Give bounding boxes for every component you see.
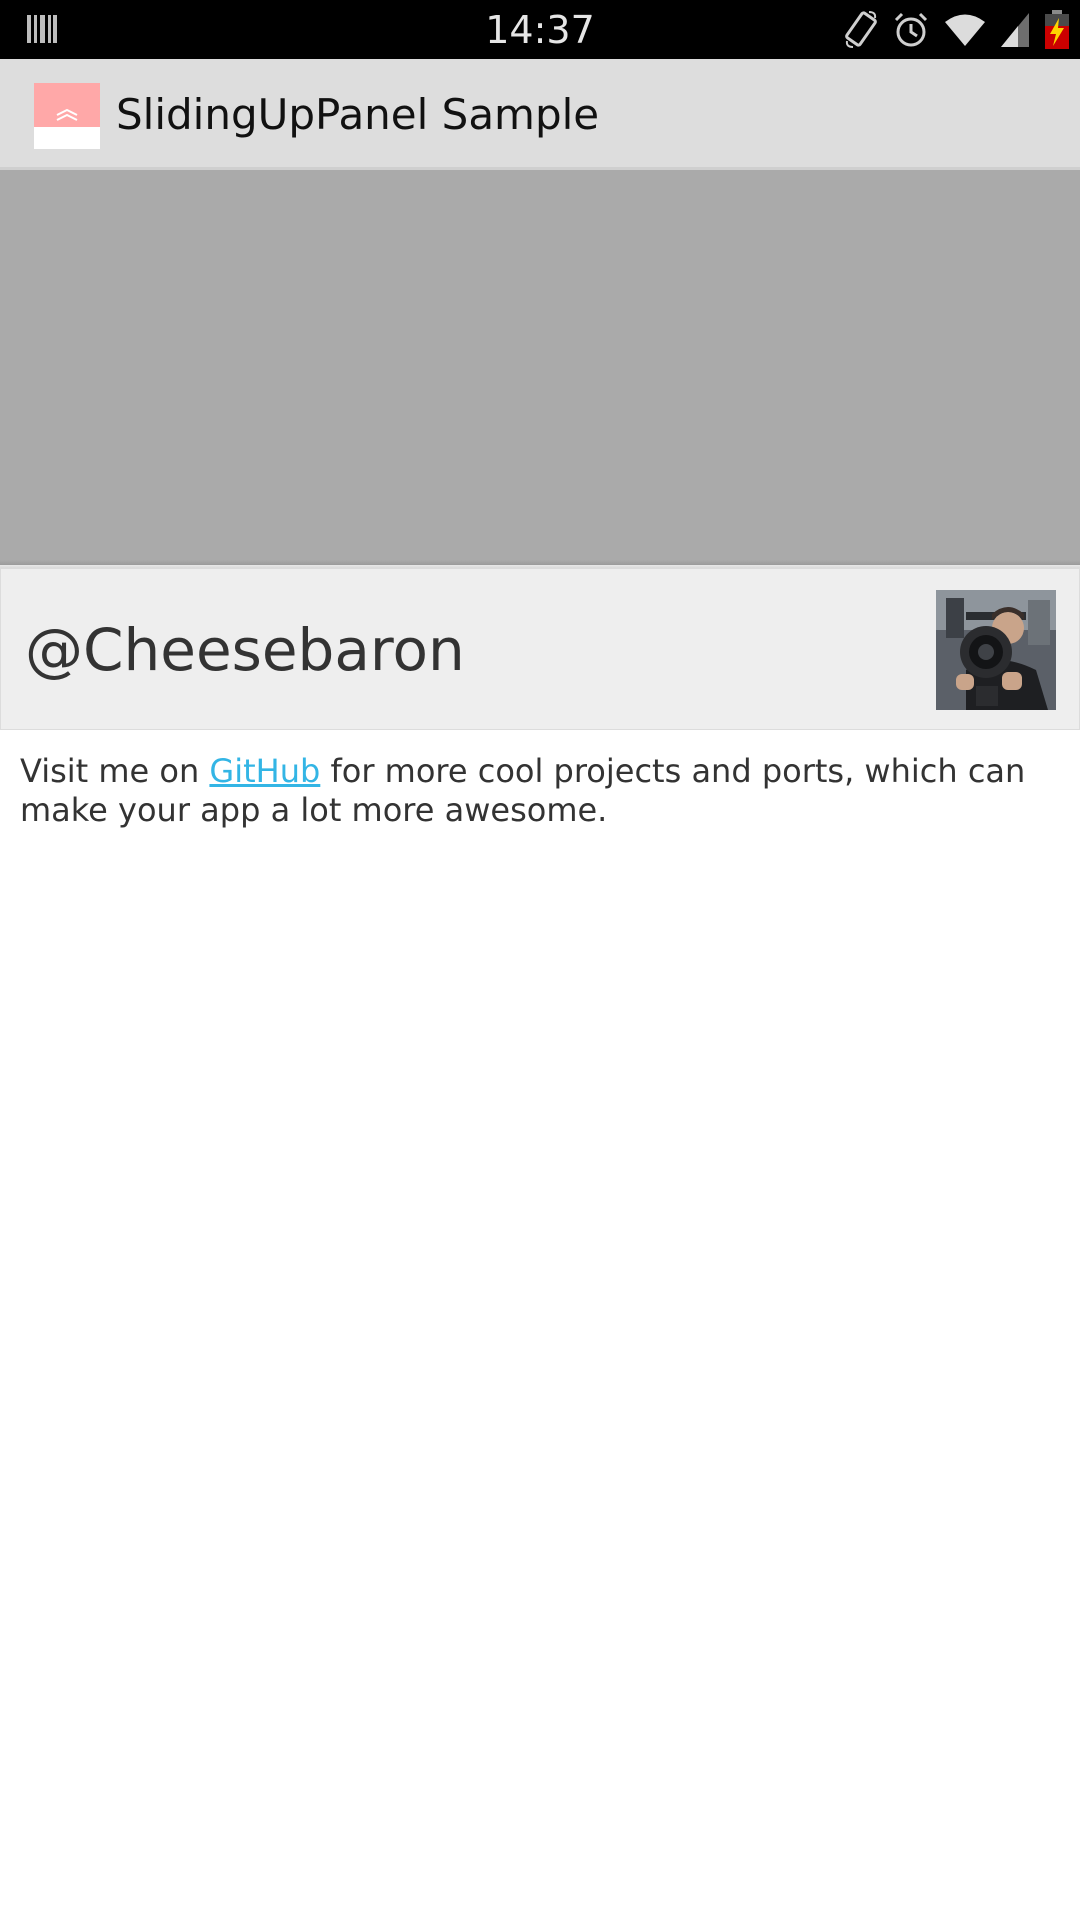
chevron-up-icon xyxy=(56,108,78,121)
app-title: SlidingUpPanel Sample xyxy=(116,90,600,139)
action-bar: SlidingUpPanel Sample xyxy=(0,59,1080,170)
body-text-prefix: Visit me on xyxy=(20,752,210,790)
signal-icon xyxy=(1001,13,1029,47)
status-icons xyxy=(844,10,1070,50)
panel-body-text: Visit me on GitHub for more cool project… xyxy=(20,752,1060,830)
panel-drag-handle[interactable]: @Cheesebaron xyxy=(0,568,1080,730)
sliding-panel-app-icon[interactable] xyxy=(34,83,100,149)
sliding-up-panel: @Cheesebaron Visit me on GitHub for more… xyxy=(0,568,1080,1920)
panel-handle-title: @Cheesebaron xyxy=(25,616,465,684)
status-bar: 14:37 xyxy=(0,0,1080,59)
profile-photo xyxy=(936,590,1056,710)
screen-rotate-icon xyxy=(845,11,877,48)
screen: 14:37 SlidingUpPanel Sample @Cheesebaron… xyxy=(0,0,1080,1920)
battery-charging-icon xyxy=(1045,10,1069,49)
avatar[interactable] xyxy=(936,590,1056,710)
alarm-icon xyxy=(894,12,928,47)
github-link[interactable]: GitHub xyxy=(209,752,320,790)
wifi-icon xyxy=(945,14,985,46)
main-content-area[interactable] xyxy=(0,170,1080,565)
